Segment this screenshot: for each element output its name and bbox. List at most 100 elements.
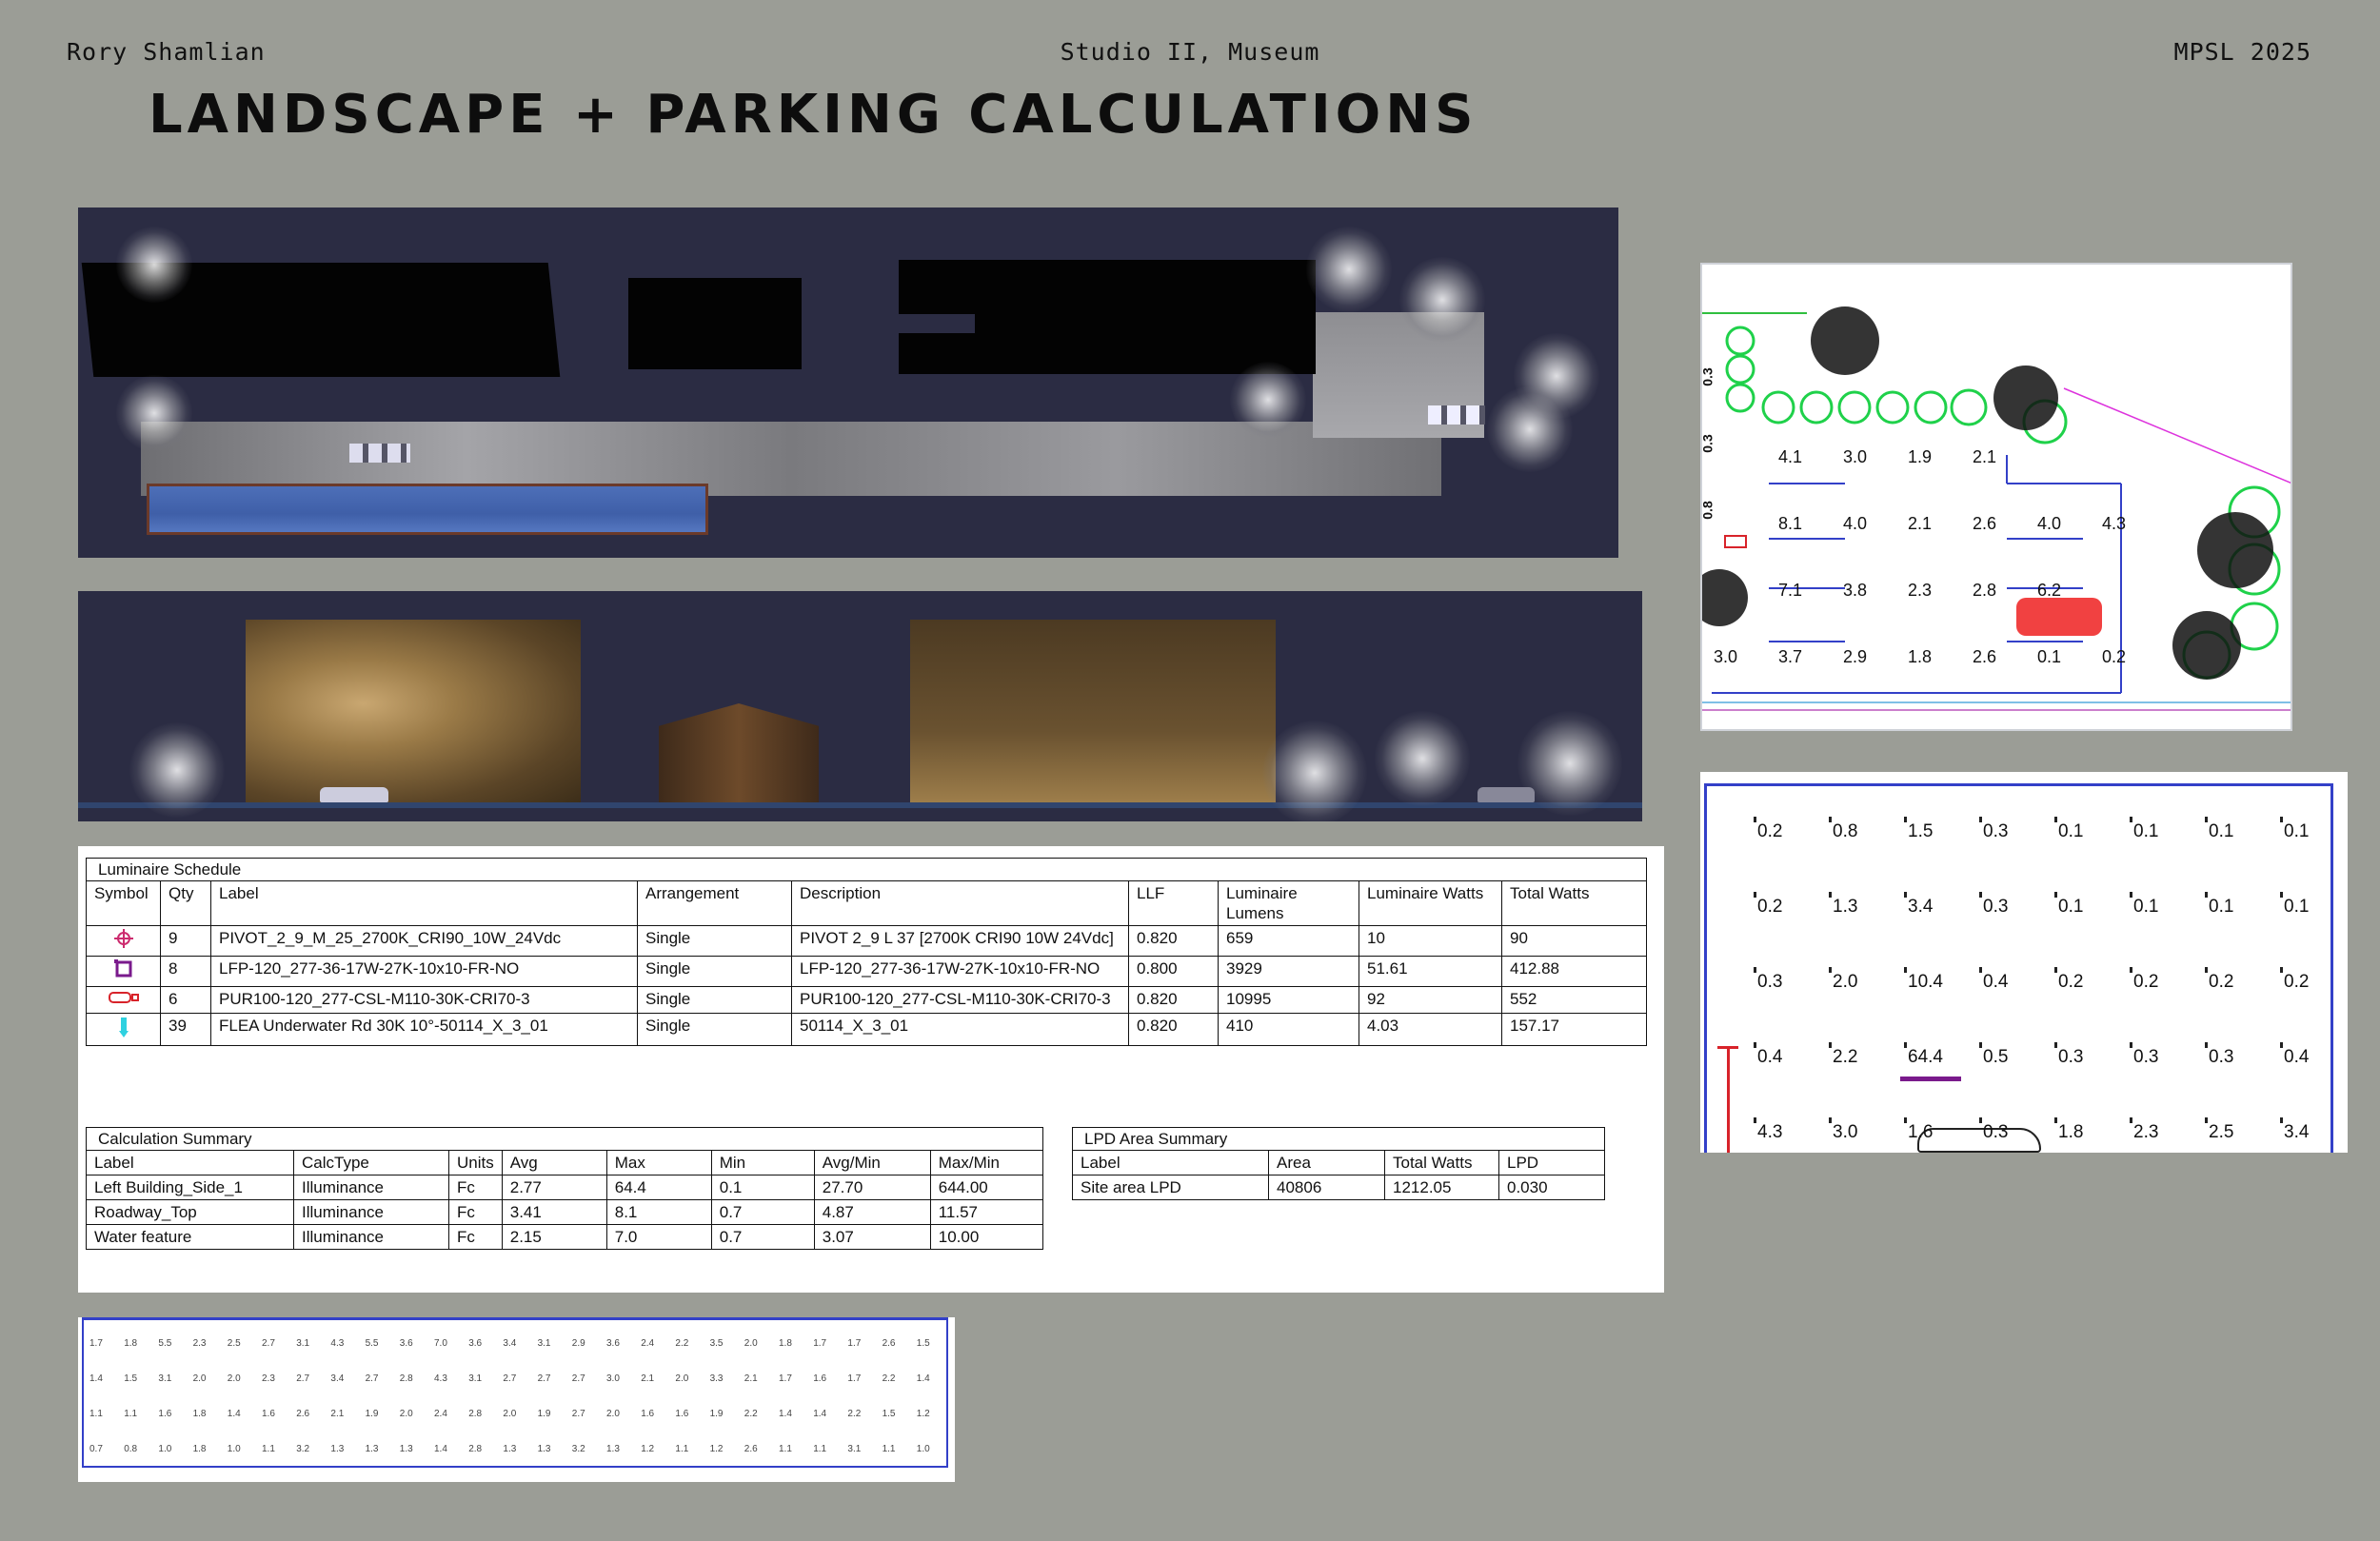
cell: 2.15	[501, 1224, 607, 1250]
cell: 0.030	[1498, 1175, 1605, 1200]
red-marker	[1727, 1046, 1730, 1153]
grid-value: 8.1	[1778, 514, 1803, 533]
grid-value: 4.0	[1843, 514, 1868, 533]
cell: 3.07	[813, 1224, 931, 1250]
grid-value: 2.0	[606, 1409, 620, 1419]
grid-value: 0.3	[1978, 1117, 2009, 1142]
col-header: Arrangement	[637, 880, 792, 926]
cell: 1212.05	[1384, 1175, 1499, 1200]
cell: Single	[637, 986, 792, 1014]
grid-value: 1.8	[124, 1338, 138, 1349]
grid-value: 1.9	[537, 1409, 551, 1419]
col-header: Luminaire Watts	[1359, 880, 1502, 926]
table-header-row: Symbol Qty Label Arrangement Description…	[86, 880, 1647, 926]
grid-value: 3.2	[296, 1444, 310, 1454]
grid-value: 2.0	[675, 1373, 689, 1384]
grid-value: 2.1	[641, 1373, 655, 1384]
grid-value: 5.5	[158, 1338, 172, 1349]
col-header: Min	[710, 1150, 815, 1176]
grid-value: 3.1	[158, 1373, 172, 1384]
car	[1478, 787, 1535, 802]
grid-value: 0.1	[2129, 817, 2159, 841]
grid-value: 3.0	[606, 1373, 620, 1384]
col-header: CalcType	[293, 1150, 449, 1176]
cell: 0.800	[1128, 956, 1219, 987]
cell: 0.7	[710, 1199, 815, 1225]
cell: 11.57	[929, 1199, 1044, 1225]
cell: 92	[1359, 986, 1502, 1014]
grid-value: 2.9	[571, 1338, 585, 1349]
grid-value: 2.7	[262, 1338, 275, 1349]
grid-value: 2.6	[296, 1409, 310, 1419]
cell: 0.820	[1128, 1013, 1219, 1046]
grid-value: 10.4	[1904, 967, 1943, 992]
building-side-grid-plot: 0.2 0.8 1.5 0.3 0.1 0.1 0.1 0.1 0.2 1.3 3.4 0.3 0.1 0…	[1700, 772, 2348, 1153]
col-header: Label	[210, 880, 638, 926]
grid-value: 2.8	[399, 1373, 413, 1384]
grid-value: 1.3	[330, 1444, 345, 1454]
grid-value: 5.5	[365, 1338, 379, 1349]
col-header: Symbol	[86, 880, 161, 926]
lpd-summary-caption: LPD Area Summary	[1072, 1127, 1605, 1151]
lpd-area-summary-table: LPD Area Summary Label Area Total Watts …	[1072, 1127, 1605, 1200]
grid-value: 1.8	[192, 1409, 207, 1419]
grid-value: 4.3	[330, 1338, 345, 1349]
square-fixture-icon	[86, 956, 161, 987]
col-header: Avg/Min	[813, 1150, 931, 1176]
cell: Site area LPD	[1072, 1175, 1269, 1200]
grid-value: 1.7	[779, 1373, 792, 1384]
grid-value: 1.3	[365, 1444, 379, 1454]
grid-value: 2.1	[1973, 447, 1997, 466]
table-row: 6 PUR100-120_277-CSL-M110-30K-CRI70-3 Si…	[86, 986, 1647, 1014]
grid-value: 3.1	[468, 1373, 483, 1384]
grid-value: 0.8	[124, 1444, 138, 1454]
pole-fixture-icon	[86, 986, 161, 1014]
grid-value: 2.3	[192, 1338, 207, 1349]
grid-value: 1.1	[882, 1444, 896, 1454]
cell: 6	[160, 986, 211, 1014]
cell: Illuminance	[293, 1224, 449, 1250]
building-roof-middle	[628, 278, 802, 369]
grid-value: 2.2	[744, 1409, 758, 1419]
grid-value: 1.2	[709, 1444, 724, 1454]
site-plan-render	[78, 207, 1618, 558]
header-course: Studio II, Museum	[1060, 38, 1320, 66]
luminaire-schedule-caption: Luminaire Schedule	[86, 858, 1647, 881]
grid-value: 0.3	[2053, 1042, 2084, 1067]
car-outline	[1917, 1128, 2041, 1153]
grid-value: 1.7	[813, 1338, 827, 1349]
cell: 39	[160, 1013, 211, 1046]
grid-value: 1.0	[916, 1444, 930, 1454]
grid-value: 2.1	[330, 1409, 345, 1419]
grid-value: 2.6	[1973, 647, 1997, 666]
col-header: Label	[86, 1150, 294, 1176]
grid-value: 4.3	[434, 1373, 447, 1384]
table-header-row: Label CalcType Units Avg Max Min Avg/Min…	[86, 1150, 1044, 1176]
grid-value: 0.1	[2053, 892, 2084, 917]
grid-value: 2.3	[1908, 581, 1933, 600]
building-facade-left	[246, 620, 581, 806]
cell: Fc	[448, 1175, 503, 1200]
tree	[1230, 362, 1306, 438]
cell: Roadway_Top	[86, 1199, 294, 1225]
grid-value: 1.4	[813, 1409, 827, 1419]
grid-value: 2.0	[192, 1373, 207, 1384]
grid-value: 1.1	[813, 1444, 827, 1454]
grid-value: 6.2	[2037, 581, 2062, 600]
grid-value: 0.2	[1753, 892, 1783, 917]
cell: Illuminance	[293, 1199, 449, 1225]
cell: LFP-120_277-36-17W-27K-10x10-FR-NO	[791, 956, 1129, 987]
building-facade-right	[910, 620, 1276, 806]
grid-value: 1.0	[227, 1444, 241, 1454]
grid-value: 7.0	[434, 1338, 447, 1349]
grid-value: 2.3	[2129, 1117, 2159, 1142]
grid-value: 0.2	[2129, 967, 2159, 992]
grid-value: 3.6	[468, 1338, 483, 1349]
cell: PUR100-120_277-CSL-M110-30K-CRI70-3	[210, 986, 638, 1014]
grid-value: 1.0	[158, 1444, 172, 1454]
cell: 644.00	[929, 1175, 1044, 1200]
grid-value: 2.8	[468, 1409, 483, 1419]
grid-value: 3.0	[1828, 1117, 1858, 1142]
grid-value: 4.3	[2102, 514, 2127, 533]
grid-value: 1.4	[434, 1444, 447, 1454]
